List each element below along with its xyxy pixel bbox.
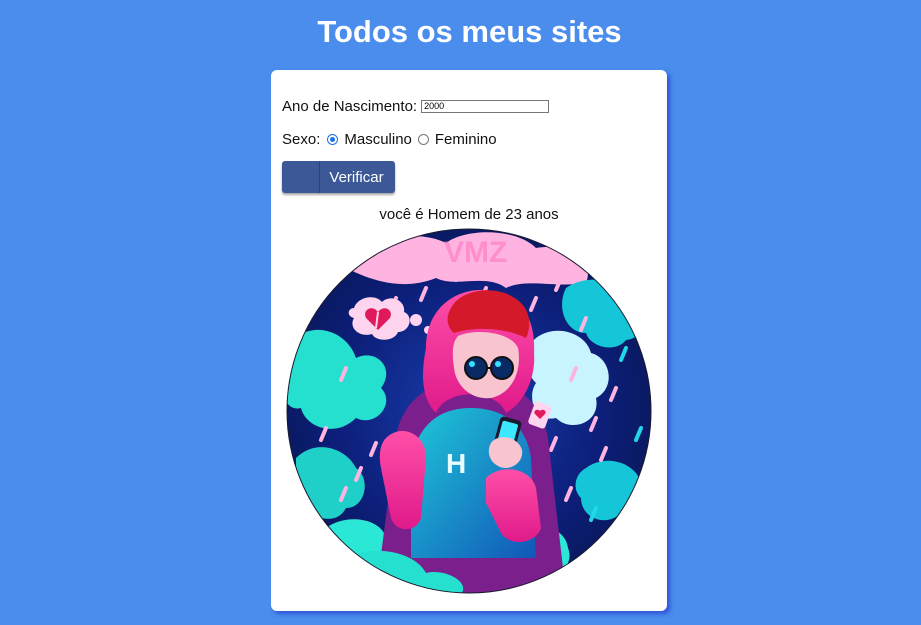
svg-text:H: H (446, 448, 466, 479)
result-text: você é Homem de 23 anos (379, 206, 559, 223)
radio-masculino-label[interactable]: Masculino (344, 131, 412, 148)
sex-label: Sexo: (282, 130, 321, 148)
svg-text:VMZ: VMZ (444, 236, 507, 269)
watermark-letters: VMZ (444, 236, 507, 269)
birth-year-input[interactable] (421, 99, 550, 113)
radio-feminino-label[interactable]: Feminino (435, 131, 497, 148)
avatar-illustration: VMZ H (286, 228, 652, 594)
form-card: Ano de Nascimento: Sexo: Masculino Femin… (271, 70, 667, 611)
verify-button-label: Verificar (329, 168, 384, 186)
birth-year-row: Ano de Nascimento: (282, 96, 550, 116)
sex-row: Sexo: Masculino Feminino (282, 129, 497, 149)
radio-feminino[interactable] (417, 133, 429, 145)
birth-year-label: Ano de Nascimento: (282, 97, 418, 115)
page-title: Todos os meus sites (317, 14, 622, 49)
verify-button-icon-area (282, 161, 320, 193)
verify-button[interactable]: Verificar (282, 161, 395, 193)
radio-masculino[interactable] (327, 133, 339, 145)
